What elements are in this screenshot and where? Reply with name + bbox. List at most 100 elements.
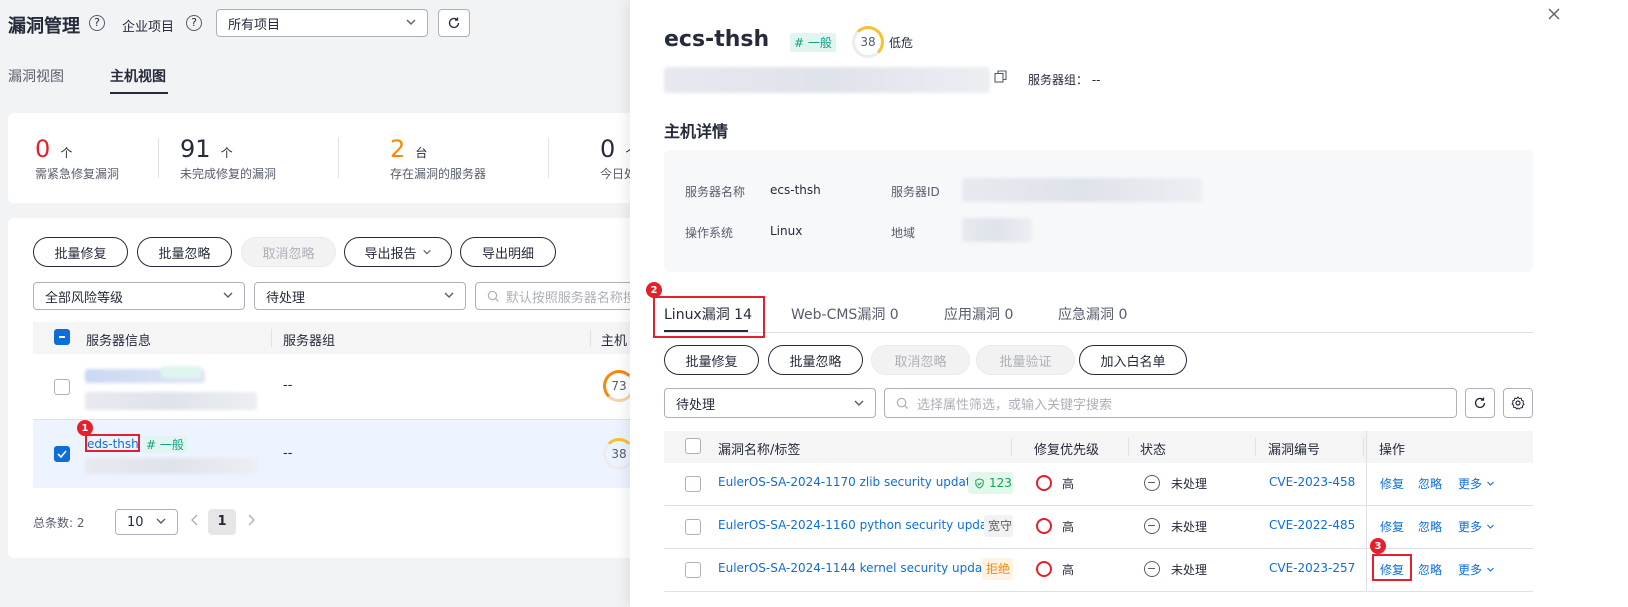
more-menu[interactable]: 更多: [1458, 518, 1495, 535]
annotation-badge-1: 1: [77, 420, 93, 436]
cve-link[interactable]: CVE-2023-257: [1269, 561, 1359, 575]
tab-app-vuln[interactable]: 应用漏洞 0: [944, 304, 1013, 324]
column-header: 主机: [601, 334, 628, 349]
cve-link[interactable]: CVE-2022-485: [1269, 518, 1359, 532]
prev-page-icon[interactable]: [190, 513, 200, 531]
os-label: 操作系统: [685, 226, 734, 240]
vuln-name-link[interactable]: EulerOS-SA-2024-1160 python security upd…: [718, 518, 999, 532]
stat-unit: 个: [220, 146, 233, 160]
divider: [1011, 438, 1012, 456]
tab-active-underline: [110, 92, 168, 94]
batch-fix-button[interactable]: 批量修复: [664, 345, 759, 375]
ignore-link[interactable]: 忽略: [1418, 475, 1442, 492]
host-detail-title: 主机详情: [664, 122, 729, 141]
server-group-cell: --: [283, 446, 293, 461]
more-menu[interactable]: 更多: [1458, 475, 1495, 492]
divider: [1255, 438, 1256, 456]
annotation-box-2: [653, 296, 765, 338]
chevron-down-icon: [1486, 524, 1494, 529]
tab-emergency-vuln[interactable]: 应急漏洞 0: [1058, 304, 1127, 324]
refresh-button[interactable]: [1465, 388, 1495, 418]
fix-link[interactable]: 修复: [1380, 475, 1404, 492]
cancel-ignore-button[interactable]: 取消忽略: [871, 345, 970, 375]
page-title: 漏洞管理: [8, 16, 80, 37]
gear-icon: [1511, 396, 1525, 410]
project-help-icon[interactable]: ?: [186, 15, 202, 31]
batch-ignore-button[interactable]: 批量忽略: [137, 237, 232, 267]
tab-webcms-vuln[interactable]: Web-CMS漏洞 0: [791, 304, 899, 324]
tab-vuln-view[interactable]: 漏洞视图: [8, 66, 64, 86]
batch-fix-button[interactable]: 批量修复: [33, 237, 128, 267]
row-checkbox[interactable]: [54, 446, 70, 462]
batch-ignore-button[interactable]: 批量忽略: [768, 345, 863, 375]
status-icon: [1144, 475, 1160, 491]
divider: [590, 329, 591, 347]
vuln-search-input[interactable]: 选择属性筛选，或输入关键字搜索: [884, 388, 1457, 418]
priority-text: 高: [1062, 520, 1075, 534]
enterprise-project-label: 企业项目: [122, 20, 175, 35]
vuln-tag: 123: [968, 472, 1013, 494]
row-checkbox[interactable]: [685, 519, 701, 535]
server-name-value: ecs-thsh: [770, 183, 821, 197]
select-all-checkbox[interactable]: [685, 438, 701, 454]
table-row[interactable]: EulerOS-SA-2024-1170 zlib security updat…: [664, 431, 1533, 506]
page-size-select[interactable]: 10: [115, 509, 178, 535]
vuln-tag: 宽守: [984, 515, 1013, 537]
server-group-cell: --: [283, 378, 293, 393]
project-select[interactable]: 所有项目: [216, 9, 428, 37]
chevron-down-icon: [155, 515, 167, 527]
high-priority-icon: [1036, 518, 1052, 534]
stat-servers: 2 台 存在漏洞的服务器: [390, 135, 540, 182]
help-icon[interactable]: ?: [89, 15, 105, 31]
select-all-checkbox[interactable]: [54, 329, 70, 345]
vuln-status-select[interactable]: 待处理: [664, 388, 876, 418]
tag-redacted: [161, 366, 201, 378]
row-checkbox[interactable]: [685, 476, 701, 492]
add-whitelist-button[interactable]: 加入白名单: [1079, 345, 1187, 375]
settings-button[interactable]: [1503, 388, 1533, 418]
export-detail-button[interactable]: 导出明细: [460, 237, 556, 267]
row-checkbox[interactable]: [54, 379, 70, 395]
more-label: 更多: [1458, 563, 1483, 577]
cancel-ignore-button[interactable]: 取消忽略: [241, 237, 336, 267]
vuln-name-link[interactable]: EulerOS-SA-2024-1170 zlib security updat…: [718, 475, 978, 489]
stats-card: 0 个 需紧急修复漏洞 91 个 未完成修复的漏洞 2 台 存在漏洞的服务器 0…: [8, 113, 648, 203]
cve-link[interactable]: CVE-2023-458: [1269, 475, 1359, 489]
table-row[interactable]: eds-thsh # 一般 -- 38: [33, 420, 635, 488]
ignore-link[interactable]: 忽略: [1418, 518, 1442, 535]
page-number-current[interactable]: 1: [208, 509, 236, 535]
priority-text: 高: [1062, 477, 1075, 491]
host-ip-redacted: [664, 67, 990, 93]
close-icon[interactable]: [1548, 8, 1560, 24]
host-detail-drawer: ecs-thsh # 一般 38 低危 服务器组： -- 主机详情 服务器名称 …: [630, 0, 1628, 607]
divider: [1363, 438, 1364, 456]
action-column-divider: [1366, 506, 1367, 549]
refresh-button[interactable]: [438, 9, 470, 37]
table-row[interactable]: -- 73: [33, 354, 635, 420]
server-group-value: --: [1091, 73, 1101, 87]
vuln-tag-text: 拒绝: [986, 562, 1011, 576]
risk-level-select[interactable]: 全部风险等级: [33, 282, 245, 310]
table-row[interactable]: EulerOS-SA-2024-1160 python security upd…: [664, 506, 1533, 549]
more-menu[interactable]: 更多: [1458, 561, 1495, 578]
next-page-icon[interactable]: [246, 513, 256, 531]
vuln-name-link[interactable]: EulerOS-SA-2024-1144 kernel security upd…: [718, 561, 994, 575]
region-label: 地域: [891, 226, 916, 240]
status-value: 待处理: [266, 290, 306, 306]
batch-verify-button[interactable]: 批量验证: [976, 345, 1075, 375]
host-search-input[interactable]: 默认按照服务器名称搜: [475, 282, 635, 310]
priority-text: 高: [1062, 563, 1075, 577]
row-checkbox[interactable]: [685, 562, 701, 578]
project-select-value: 所有项目: [228, 17, 281, 33]
export-report-button[interactable]: 导出报告: [344, 237, 452, 267]
tab-host-view[interactable]: 主机视图: [110, 66, 166, 86]
status-select[interactable]: 待处理: [254, 282, 466, 310]
region-redacted: [962, 218, 1032, 242]
more-label: 更多: [1458, 477, 1483, 491]
fix-link[interactable]: 修复: [1380, 518, 1404, 535]
ignore-link[interactable]: 忽略: [1418, 561, 1442, 578]
chevron-down-icon: [1486, 481, 1494, 486]
column-header: 状态: [1140, 443, 1167, 458]
chevron-down-icon: [405, 16, 417, 28]
copy-icon[interactable]: [994, 70, 1007, 87]
